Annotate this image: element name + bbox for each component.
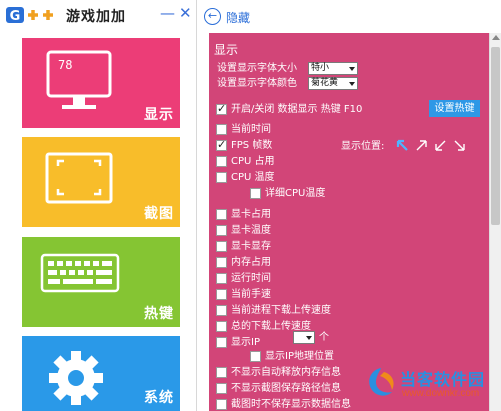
monitor-icon	[46, 50, 112, 109]
option-checkbox[interactable]	[250, 351, 261, 362]
option-checkbox[interactable]	[216, 289, 227, 300]
font-color-select[interactable]: 菊花黄	[308, 77, 358, 90]
app-title: 游戏加加	[66, 9, 126, 25]
arrow-bottom-right-icon[interactable]	[453, 139, 466, 152]
font-size-label: 设置显示字体大小	[217, 63, 297, 74]
ip-count-suffix: 个	[319, 332, 329, 343]
option-checkbox[interactable]	[216, 305, 227, 316]
tile-hotkey[interactable]: 热键	[22, 237, 180, 327]
option-checkbox[interactable]	[216, 321, 227, 332]
option-label: 显卡占用	[231, 209, 271, 220]
option-checkbox[interactable]	[216, 367, 227, 378]
back-arrow-icon[interactable]: ←	[204, 8, 221, 25]
option-label: 不显示截图保存路径信息	[231, 383, 341, 394]
font-color-value: 菊花黄	[311, 78, 339, 88]
tile-display-label: 显示	[144, 107, 174, 123]
tile-system-label: 系统	[144, 390, 174, 406]
option-label: 不显示自动释放内存信息	[231, 367, 341, 378]
toggle-display-checkbox[interactable]	[216, 102, 227, 115]
close-button[interactable]: ✕	[179, 4, 192, 22]
sidebar: G 游戏加加 — ✕ 78 显示 截图 热键 系统	[0, 0, 197, 411]
arrow-bottom-left-icon[interactable]	[434, 139, 447, 152]
position-label: 显示位置:	[341, 141, 385, 152]
option-label: 详细CPU温度	[265, 188, 326, 199]
hide-link[interactable]: 隐藏	[226, 9, 250, 26]
option-label: CPU 温度	[231, 172, 275, 183]
tile-display[interactable]: 78 显示	[22, 38, 180, 128]
option-label: 显示IP	[231, 337, 260, 348]
option-label: 显卡温度	[231, 225, 271, 236]
ip-count-select[interactable]	[293, 331, 315, 344]
option-checkbox[interactable]	[216, 124, 227, 135]
svg-text:G: G	[10, 9, 21, 24]
option-label: 当前时间	[231, 124, 271, 135]
keyboard-icon	[40, 253, 120, 293]
option-label: 当前手速	[231, 289, 271, 300]
option-checkbox[interactable]	[216, 337, 227, 348]
option-checkbox[interactable]	[216, 383, 227, 394]
toggle-display-label: 开启/关闭 数据显示 热键 F10	[231, 104, 363, 115]
site-watermark: 当客软件园 www.downkr.com	[362, 362, 498, 408]
tile-hotkey-label: 热键	[144, 306, 174, 322]
app-logo-icon: G	[6, 7, 53, 24]
font-color-label: 设置显示字体颜色	[217, 78, 297, 89]
option-label: FPS 帧数	[231, 140, 273, 151]
option-checkbox[interactable]	[216, 257, 227, 268]
tile-system[interactable]: 系统	[22, 336, 180, 411]
option-checkbox[interactable]	[216, 225, 227, 236]
panel-topbar: ← 隐藏	[198, 0, 501, 33]
option-checkbox[interactable]	[216, 156, 227, 167]
screenshot-icon	[45, 152, 113, 204]
option-checkbox[interactable]	[216, 172, 227, 183]
option-checkbox[interactable]	[216, 138, 227, 151]
option-label: 当前进程下载上传速度	[231, 305, 331, 316]
title-bar: G 游戏加加 — ✕	[0, 0, 197, 30]
option-checkbox[interactable]	[216, 209, 227, 220]
gear-icon	[49, 351, 103, 405]
option-label: 截图时不保存显示数据信息	[231, 399, 351, 410]
arrow-top-left-icon[interactable]	[396, 139, 409, 152]
tile-screenshot[interactable]: 截图	[22, 137, 180, 227]
display-settings-panel: 显示 设置显示字体大小 特小 设置显示字体颜色 菊花黄 开启/关闭 数据显示 热…	[209, 33, 489, 411]
option-checkbox[interactable]	[250, 188, 261, 199]
chevron-down-icon	[306, 336, 312, 340]
tile-screenshot-label: 截图	[144, 206, 174, 222]
option-label: 显卡显存	[231, 241, 271, 252]
set-hotkey-button[interactable]: 设置热键	[429, 100, 480, 117]
minimize-button[interactable]: —	[160, 4, 175, 22]
watermark-url: www.downkr.com	[402, 388, 480, 399]
chevron-down-icon	[349, 67, 355, 71]
option-checkbox[interactable]	[216, 241, 227, 252]
font-size-select[interactable]: 特小	[308, 62, 358, 75]
chevron-down-icon	[349, 82, 355, 86]
scroll-thumb[interactable]	[491, 47, 500, 225]
font-size-value: 特小	[311, 63, 330, 73]
section-title: 显示	[214, 43, 239, 57]
option-checkbox[interactable]	[216, 273, 227, 284]
scroll-up-icon[interactable]	[492, 35, 500, 40]
arrow-top-right-icon[interactable]	[415, 139, 428, 152]
app-window: G 游戏加加 — ✕ 78 显示 截图 热键 系统 ← 隐藏 显示 设置显示字体…	[0, 0, 501, 411]
watermark-title: 当客软件园	[400, 370, 486, 389]
option-label: 显示IP地理位置	[265, 351, 334, 362]
option-label: 内存占用	[231, 257, 271, 268]
vertical-scrollbar[interactable]	[489, 33, 501, 411]
option-label: CPU 占用	[231, 156, 275, 167]
option-label: 运行时间	[231, 273, 271, 284]
fps-preview-value: 78	[58, 58, 73, 72]
option-checkbox[interactable]	[216, 399, 227, 410]
watermark-logo-icon	[369, 368, 394, 396]
